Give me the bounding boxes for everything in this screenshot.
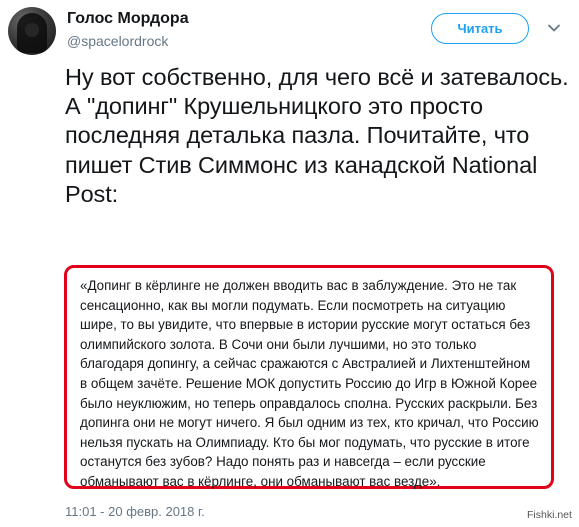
username-handle[interactable]: @spacelordrock xyxy=(67,33,168,49)
tweet-timestamp[interactable]: 11:01 - 20 февр. 2018 г. xyxy=(65,504,205,519)
avatar-face-shape xyxy=(25,23,39,37)
highlighted-quote-box: «Допинг в кёрлинге не должен вводить вас… xyxy=(64,265,554,489)
tweet-text: Ну вот собственно, для чего всё и затева… xyxy=(65,64,569,207)
quote-text: «Допинг в кёрлинге не должен вводить вас… xyxy=(80,278,539,489)
chevron-down-icon[interactable] xyxy=(546,20,562,36)
watermark: Fishki.net xyxy=(527,509,572,521)
avatar[interactable] xyxy=(8,7,56,55)
follow-button[interactable]: Читать xyxy=(431,13,529,44)
display-name[interactable]: Голос Мордора xyxy=(67,10,189,28)
